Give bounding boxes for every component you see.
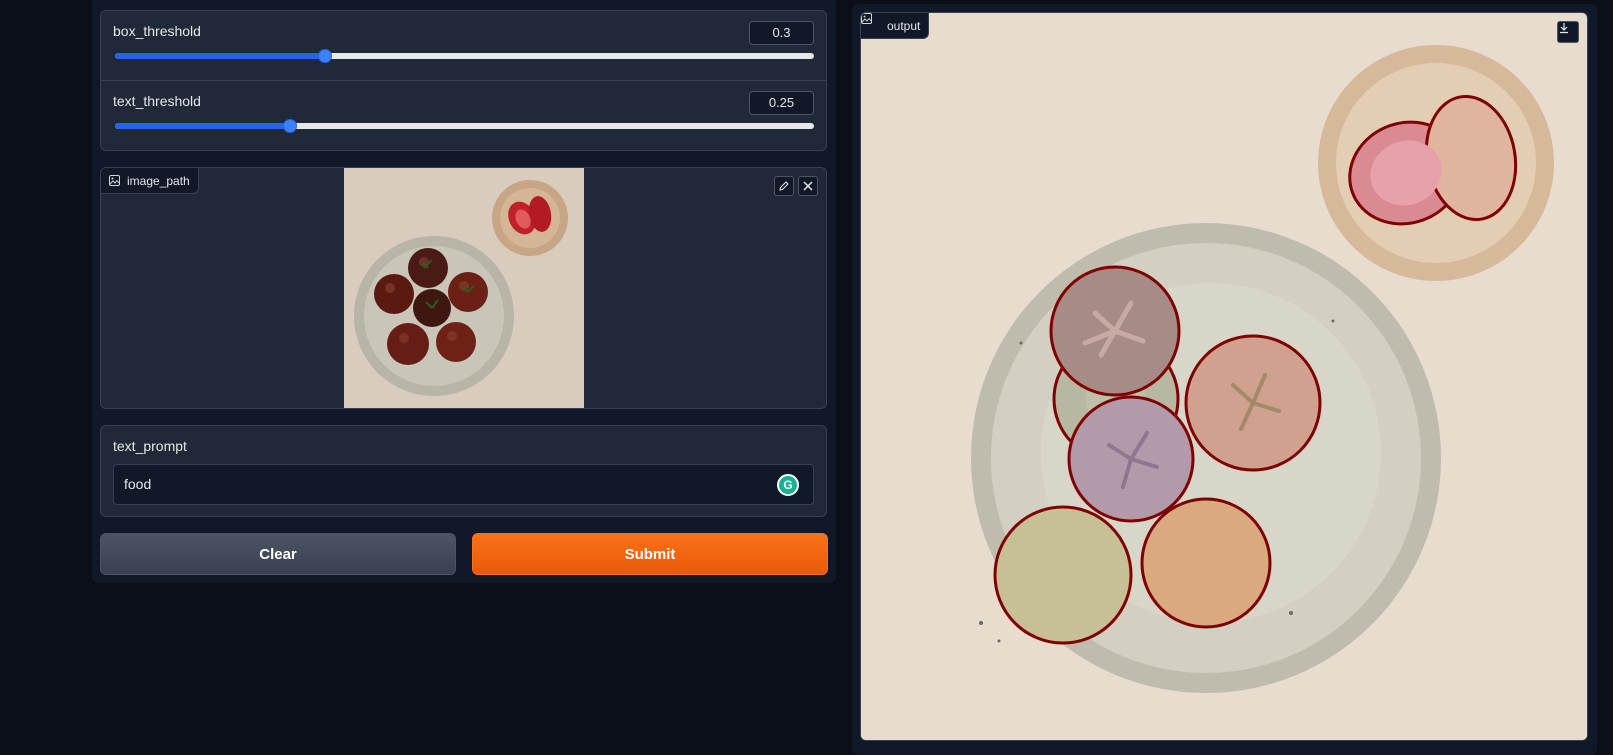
text-threshold-input[interactable]: 0.25 — [749, 91, 814, 115]
output-badge: output — [861, 13, 930, 39]
image-path-badge: image_path — [101, 168, 199, 194]
box-threshold-label: box_threshold — [113, 23, 201, 39]
image-path-label: image_path — [127, 173, 190, 188]
input-image-preview — [344, 168, 584, 408]
input-panel: box_threshold 0.3 text_threshold 0.25 im… — [92, 0, 836, 583]
box-threshold-row: box_threshold 0.3 — [101, 11, 826, 81]
output-panel: output — [852, 4, 1597, 755]
image-tools — [774, 176, 818, 196]
image-icon — [861, 13, 880, 31]
text-prompt-block: text_prompt food G — [100, 425, 827, 517]
output-image: output — [860, 12, 1588, 741]
image-icon — [109, 175, 120, 186]
text-prompt-label: text_prompt — [113, 438, 187, 454]
download-icon — [1560, 23, 1568, 34]
text-threshold-fill — [115, 123, 290, 129]
segmentation-result — [861, 13, 1587, 740]
clear-button[interactable]: Clear — [100, 533, 456, 575]
box-threshold-fill — [115, 53, 325, 59]
box-threshold-input[interactable]: 0.3 — [749, 21, 814, 45]
pencil-icon — [779, 181, 789, 191]
grammar-assistant-icon[interactable]: G — [777, 474, 799, 496]
box-threshold-thumb[interactable] — [317, 49, 332, 63]
close-icon — [803, 181, 813, 191]
threshold-sliders: box_threshold 0.3 text_threshold 0.25 — [100, 10, 827, 151]
submit-button[interactable]: Submit — [472, 533, 828, 575]
image-input[interactable]: image_path — [100, 167, 827, 409]
clear-image-button[interactable] — [798, 176, 818, 196]
edit-image-button[interactable] — [774, 176, 794, 196]
text-threshold-label: text_threshold — [113, 93, 201, 109]
download-button[interactable] — [1557, 21, 1579, 43]
box-threshold-slider[interactable] — [115, 49, 814, 63]
text-threshold-row: text_threshold 0.25 — [101, 81, 826, 151]
output-label: output — [887, 18, 921, 33]
text-prompt-value: food — [124, 476, 152, 492]
text-threshold-slider[interactable] — [115, 119, 814, 133]
text-prompt-input[interactable]: food G — [113, 464, 814, 505]
text-threshold-thumb[interactable] — [282, 119, 297, 133]
